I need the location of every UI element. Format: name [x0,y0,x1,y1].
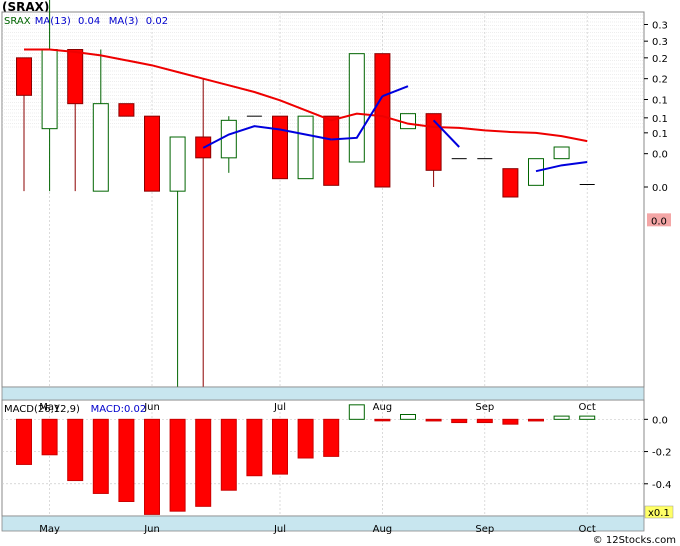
price-x-axis-band [1,386,645,401]
candle-body [528,158,544,186]
macd-bar [16,418,32,465]
candle-body [144,115,160,192]
macd-x-tick-label: May [39,524,60,535]
macd-bar [400,414,416,420]
macd-x-tick-label: Jul [273,524,286,535]
macd-bar [502,418,519,425]
macd-bar [297,418,314,459]
macd-bar [476,418,493,424]
candle-body [502,168,519,198]
price-ytick-label: 0.3 [652,37,668,48]
macd-last-badge-label: x0.1 [648,508,670,519]
macd-bar [528,418,544,422]
macd-bar [553,415,570,420]
candle-body [374,53,391,188]
price-ytick-label: 0.0 [652,183,668,194]
macd-bar [67,418,84,482]
price-ytick-label: 0.2 [652,75,668,86]
price-legend-entry: MA(3) [109,16,139,27]
macd-bar [451,418,468,424]
macd-x-tick-label: Jun [143,524,160,535]
macd-x-tick-label: Sep [475,524,494,535]
watermark: © 12Stocks.com [592,535,676,546]
price-panel-frame [1,11,645,388]
macd-legend-entry: MACD:0.02 [91,404,147,415]
price-ytick-label: 0.0 [652,150,668,161]
price-x-tick-label: Oct [579,402,596,413]
candle-body [41,49,58,130]
macd-bar [118,418,135,503]
candle-body [297,115,314,180]
price-legend-entry: SRAX [4,16,31,27]
price-x-tick-label: Jul [273,402,286,413]
candle-body [67,49,84,105]
price-legend-entry: MA(13) [35,16,71,27]
macd-bar [41,418,58,456]
macd-x-tick-label: Oct [579,524,596,535]
macd-bar [195,418,212,507]
macd-bar [323,418,340,457]
macd-bar [425,418,442,422]
candle-body [169,136,186,192]
price-ytick-label: 0.2 [652,54,668,65]
candle-body [16,57,32,96]
candle-body [323,115,340,186]
candle-body [118,103,135,117]
macd-bar [374,418,391,422]
candle-body [348,53,365,163]
price-x-tick-label: Sep [475,402,494,413]
macd-bar [220,418,237,491]
price-x-tick-label: Aug [373,402,393,413]
price-ytick-label: 0.1 [652,129,668,140]
price-last-badge-label: 0.0 [651,216,667,227]
macd-ytick-label: 0.0 [652,415,668,426]
candle-body [272,115,288,180]
macd-bar [272,418,288,475]
candle-body [92,103,109,192]
macd-bar [579,415,596,420]
price-legend-entry: 0.04 [78,16,100,27]
candle-body [220,119,237,159]
macd-ytick-label: -0.4 [652,480,672,491]
price-ytick-label: 0.1 [652,96,668,107]
macd-bar [169,418,186,512]
macd-x-tick-label: Aug [373,524,393,535]
price-legend-entry: 0.02 [146,16,168,27]
price-ytick-label: 0.1 [652,114,668,125]
macd-bar [246,418,263,477]
stock-chart: SRAX MA(13) 0.04 MA(3) 0.02 0.3 0.3 0.2 0.2 0.1 0.… [1,0,674,535]
candle-body [425,113,442,171]
macd-legend-entry: MACD(26,12,9) [4,404,80,415]
macd-x-axis-band [1,515,645,532]
macd-bar [348,404,365,420]
macd-bar [92,418,109,494]
macd-ytick-label: -0.2 [652,448,672,459]
candle-body [553,146,570,160]
macd-bar [144,418,160,515]
price-ytick-label: 0.3 [652,21,668,32]
